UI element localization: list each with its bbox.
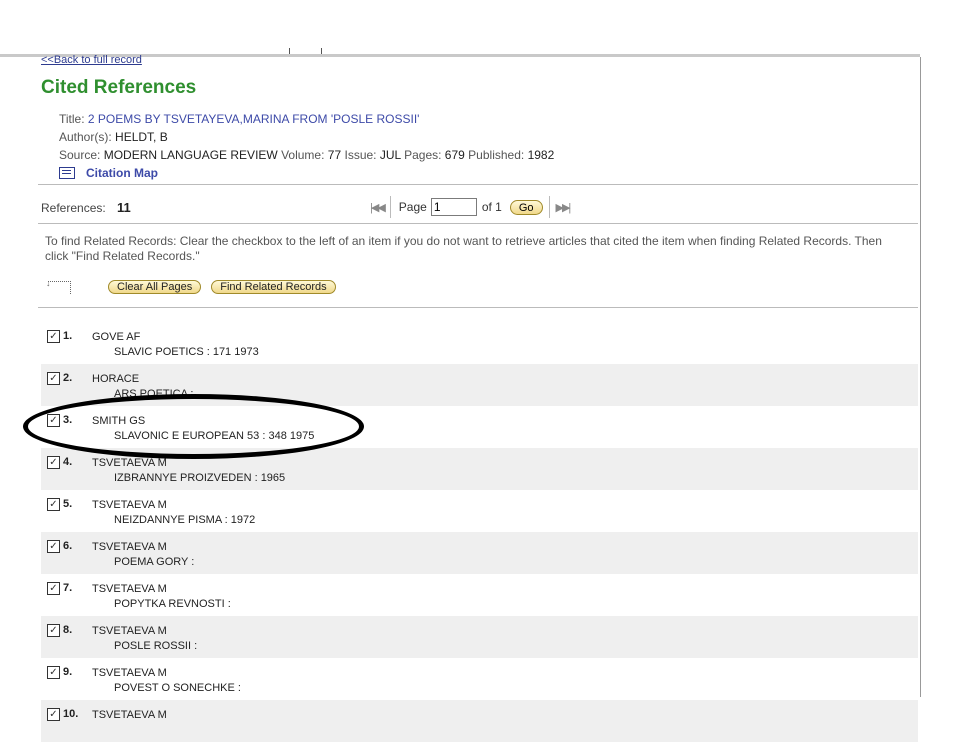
source-value: MODERN LANGUAGE REVIEW — [103, 148, 278, 162]
find-related-records-button[interactable]: Find Related Records — [211, 280, 336, 294]
reference-number: 10. — [63, 708, 79, 720]
references-count: References: 11 — [41, 200, 131, 215]
citation-map-link[interactable]: Citation Map — [86, 164, 158, 182]
reference-work: SLAVIC POETICS : 171 1973 — [114, 346, 259, 358]
reference-author: HORACE — [92, 373, 140, 385]
reference-checkbox[interactable]: ✓ — [47, 456, 60, 469]
action-buttons: Clear All Pages Find Related Records — [46, 278, 346, 294]
reference-checkbox[interactable]: ✓ — [47, 540, 60, 553]
published-value: 1982 — [527, 148, 555, 162]
pager-divider — [548, 196, 550, 218]
select-arrow-icon — [46, 278, 71, 294]
pages-value: 679 — [444, 148, 465, 162]
divider-tick — [321, 48, 322, 54]
reference-work: IZBRANNYE PROIZVEDEN : 1965 — [114, 472, 286, 484]
reference-row: ✓ 9. TSVETAEVA M POVEST O SONECHKE : — [41, 658, 918, 700]
reference-number: 2. — [63, 372, 73, 384]
reference-number: 8. — [63, 624, 73, 636]
title-value: 2 POEMS BY TSVETAYEVA,MARINA FROM 'POSLE… — [87, 112, 420, 126]
reference-author: TSVETAEVA M — [92, 541, 167, 553]
reference-work: POPYTKA REVNOSTI : — [114, 598, 231, 610]
reference-number: 5. — [63, 498, 73, 510]
references-label: References: — [41, 201, 106, 215]
page-title: Cited References — [41, 77, 197, 98]
citation-map-row: Citation Map — [59, 164, 899, 182]
reference-row: ✓ 7. TSVETAEVA M POPYTKA REVNOSTI : — [41, 574, 918, 616]
page-number-input[interactable] — [430, 198, 477, 216]
reference-author: TSVETAEVA M — [92, 499, 167, 511]
reference-checkbox[interactable]: ✓ — [47, 624, 60, 637]
reference-work: POEMA GORY : — [114, 556, 195, 568]
references-value: 11 — [117, 200, 131, 215]
record-metadata: Title: 2 POEMS BY TSVETAYEVA,MARINA FROM… — [59, 110, 899, 182]
reference-row: ✓ 1. GOVE AF SLAVIC POETICS : 171 1973 — [41, 322, 918, 364]
citation-map-icon[interactable] — [59, 167, 75, 179]
right-border — [920, 57, 921, 697]
reference-author: TSVETAEVA M — [92, 625, 167, 637]
authors-label: Author(s): — [59, 130, 112, 144]
last-page-icon[interactable]: ▶▶| — [556, 201, 572, 214]
pages-label: Pages: — [404, 148, 442, 162]
title-label: Title: — [59, 112, 85, 126]
reference-work: POSLE ROSSII : — [114, 640, 198, 652]
reference-row: ✓ 6. TSVETAEVA M POEMA GORY : — [41, 532, 918, 574]
reference-checkbox[interactable]: ✓ — [47, 582, 60, 595]
page-count: of 1 — [481, 200, 502, 214]
reference-author: GOVE AF — [92, 331, 141, 343]
issue-value: JUL — [379, 148, 401, 162]
reference-number: 4. — [63, 456, 73, 468]
divider — [38, 184, 918, 185]
reference-number: 1. — [63, 330, 73, 342]
reference-author: TSVETAEVA M — [92, 457, 167, 469]
go-button[interactable]: Go — [509, 199, 543, 215]
divider — [38, 223, 918, 224]
reference-number: 9. — [63, 666, 73, 678]
reference-author: TSVETAEVA M — [92, 583, 167, 595]
first-page-icon[interactable]: |◀◀ — [370, 201, 386, 214]
authors-value: HELDT, B — [115, 130, 168, 144]
authors-row: Author(s): HELDT, B — [59, 128, 899, 146]
published-label: Published: — [468, 148, 525, 162]
pagination: |◀◀ Page of 1 Go ▶▶| — [370, 195, 572, 219]
reference-number: 7. — [63, 582, 73, 594]
reference-checkbox[interactable]: ✓ — [47, 666, 60, 679]
source-row: Source: MODERN LANGUAGE REVIEW Volume: 7… — [59, 146, 899, 164]
reference-row: ✓ 5. TSVETAEVA M NEIZDANNYE PISMA : 1972 — [41, 490, 918, 532]
reference-work: POVEST O SONECHKE : — [114, 682, 241, 694]
source-label: Source: — [59, 148, 101, 162]
reference-work: NEIZDANNYE PISMA : 1972 — [114, 514, 256, 526]
reference-row: ✓ 10. TSVETAEVA M — [41, 700, 918, 742]
highlight-ellipse — [23, 394, 364, 459]
reference-checkbox[interactable]: ✓ — [47, 372, 60, 385]
back-to-full-record-link[interactable]: <<Back to full record — [41, 54, 142, 66]
title-row: Title: 2 POEMS BY TSVETAYEVA,MARINA FROM… — [59, 110, 899, 128]
reference-checkbox[interactable]: ✓ — [47, 498, 60, 511]
reference-number: 6. — [63, 540, 73, 552]
volume-label: Volume: — [281, 148, 325, 162]
pager-divider — [389, 196, 391, 218]
reference-checkbox[interactable]: ✓ — [47, 708, 60, 721]
divider — [38, 307, 918, 308]
clear-all-pages-button[interactable]: Clear All Pages — [108, 280, 202, 294]
reference-row: ✓ 8. TSVETAEVA M POSLE ROSSII : — [41, 616, 918, 658]
related-records-instructions: To find Related Records: Clear the check… — [45, 234, 882, 263]
reference-checkbox[interactable]: ✓ — [47, 330, 60, 343]
page-label: Page — [398, 200, 427, 214]
issue-label: Issue: — [344, 148, 377, 162]
divider-tick — [289, 48, 290, 54]
reference-author: TSVETAEVA M — [92, 709, 167, 721]
reference-author: TSVETAEVA M — [92, 667, 167, 679]
volume-value: 77 — [327, 148, 342, 162]
cited-references-list: ✓ 1. GOVE AF SLAVIC POETICS : 171 1973 ✓… — [41, 322, 918, 742]
